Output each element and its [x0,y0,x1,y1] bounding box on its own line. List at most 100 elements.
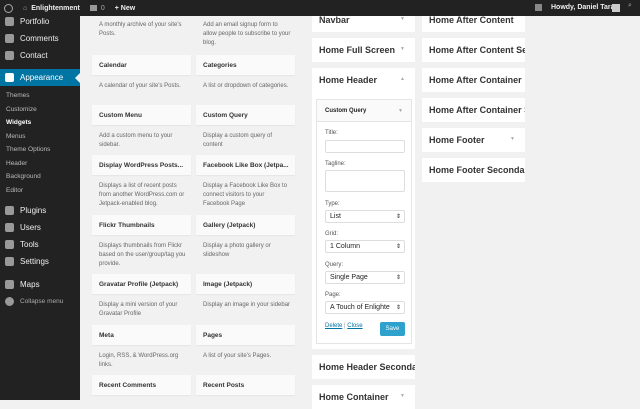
available-widget[interactable]: Calendar [92,55,191,75]
widget-description: Login, RSS, & WordPress.org links. [99,353,179,368]
tagline-textarea[interactable] [325,170,405,192]
chevron-down-icon[interactable]: ▼ [400,46,405,52]
sidebar-area[interactable]: Home Footer Secondar [422,158,525,182]
available-widget[interactable]: Recent Comments [92,375,191,395]
sidebar-area[interactable]: Home Header ▲ [312,68,415,92]
widget-description: Display an image in your sidebar [203,302,291,308]
sidebar-title: Home After Content Se [429,45,525,55]
paintbrush-icon [5,73,14,82]
type-value: List [330,213,341,220]
chevron-down-icon[interactable]: ▼ [510,136,515,142]
menu-item-tools[interactable]: Tools [0,236,80,253]
widget-description: Add a custom menu to your sidebar. [99,133,173,148]
comment-count[interactable]: 0 [101,5,105,12]
collapse-icon [5,297,14,306]
search-icon[interactable]: ⌕ [628,2,632,10]
submenu-background[interactable]: Background [6,173,41,180]
available-widget[interactable]: Gravatar Profile (Jetpack) [92,274,191,294]
menu-item-contact[interactable]: Contact [0,47,80,64]
submenu-customize[interactable]: Customize [6,106,37,113]
type-label: Type: [325,201,340,207]
custom-query-widget: Custom Query ▼ Title: Tagline: Type: Lis… [316,99,412,344]
menu-label: Appearance [20,73,64,82]
widget-description: Display a photo gallery or slideshow [203,243,271,258]
comments-icon [5,34,14,43]
submenu-theme-options[interactable]: Theme Options [6,146,50,153]
select-arrows-icon: ⇕ [395,244,401,250]
settings-icon [5,257,14,266]
available-widget[interactable]: Facebook Like Box (Jetpa... [196,155,295,175]
tagline-label: Tagline: [325,161,346,167]
menu-item-plugins[interactable]: Plugins [0,202,80,219]
save-button[interactable]: Save [380,322,405,336]
menu-item-appearance[interactable]: Appearance [0,69,80,86]
select-arrows-icon: ⇕ [395,275,401,281]
site-name-link[interactable]: Enlightenment [31,5,80,12]
available-widget[interactable]: Recent Posts [196,375,295,395]
menu-item-users[interactable]: Users [0,219,80,236]
chevron-up-icon[interactable]: ▲ [400,76,405,82]
query-select[interactable]: Single Page ⇕ [325,271,405,284]
available-widget[interactable]: Categories [196,55,295,75]
title-input[interactable] [325,140,405,153]
submenu-menus[interactable]: Menus [6,133,26,140]
available-widget[interactable]: Display WordPress Posts... [92,155,191,175]
submenu-widgets[interactable]: Widgets [6,119,31,126]
sidebar-area[interactable]: Home Footer ▼ [422,128,525,152]
sidebar-title: Home Footer [429,135,485,145]
sidebar-area[interactable]: Home Container ▼ [312,385,415,409]
widget-description: Displays a list of recent posts from ano… [99,183,185,207]
grid-select[interactable]: 1 Column ⇕ [325,240,405,253]
collapse-menu-button[interactable]: Collapse menu [0,293,80,310]
available-widget[interactable]: Gallery (Jetpack) [196,215,295,235]
available-widget[interactable]: Custom Query [196,105,295,125]
menu-item-comments[interactable]: Comments [0,30,80,47]
sidebar-title: Home Full Screen [319,45,396,55]
comment-icon[interactable] [89,5,97,11]
available-widget[interactable]: Pages [196,325,295,345]
avatar[interactable] [612,4,620,12]
sidebar-title: Navbar [319,15,350,25]
notification-icon[interactable] [535,4,542,11]
sidebar-area[interactable]: Home After Container S [422,98,525,122]
menu-label: Maps [20,280,40,289]
available-widget[interactable]: Image (Jetpack) [196,274,295,294]
chevron-down-icon[interactable]: ▼ [400,16,405,22]
chevron-down-icon[interactable]: ▼ [398,108,403,114]
page-select[interactable]: A Touch of Enlighte ⇕ [325,301,405,314]
menu-item-maps[interactable]: Maps [0,276,80,293]
select-arrows-icon: ⇕ [395,305,401,311]
users-icon [5,223,14,232]
howdy-user-link[interactable]: Howdy, Daniel Tara [551,4,615,11]
widget-description: Display a custom query of content [203,133,273,148]
delete-link[interactable]: Delete [325,323,342,329]
home-icon: ⌂ [23,4,28,12]
widget-header[interactable]: Custom Query ▼ [317,100,411,122]
menu-label: Tools [20,240,39,249]
sidebar-title: Home After Container S [429,105,525,115]
available-widget[interactable]: Flickr Thumbnails [92,215,191,235]
sidebar-area[interactable]: Home After Container [422,68,525,92]
sidebar-title: Home Container [319,392,389,402]
submenu-themes[interactable]: Themes [6,92,29,99]
new-content-link[interactable]: + New [115,5,135,12]
maps-icon [5,280,14,289]
grid-label: Grid: [325,231,339,237]
widget-description: A monthly archive of your site's Posts. [99,22,182,37]
widget-description: A list or dropdown of categories. [203,83,289,89]
type-select[interactable]: List ⇕ [325,210,405,223]
widget-description: Displays thumbnails from Flickr based on… [99,243,186,267]
submenu-header[interactable]: Header [6,160,27,167]
sidebar-area[interactable]: Home Full Screen ▼ [312,38,415,62]
sidebar-title: Home Footer Secondar [429,165,525,175]
chevron-down-icon[interactable]: ▼ [400,393,405,399]
available-widget[interactable]: Custom Menu [92,105,191,125]
sidebar-area[interactable]: Home After Content Se [422,38,525,62]
close-link[interactable]: Close [347,323,362,329]
submenu-editor[interactable]: Editor [6,187,23,194]
available-widget[interactable]: Meta [92,325,191,345]
sidebar-area[interactable]: Home Header Seconda [312,355,415,379]
menu-label: Portfolio [20,17,50,26]
wordpress-logo-icon[interactable] [4,3,13,13]
menu-item-settings[interactable]: Settings [0,253,80,270]
